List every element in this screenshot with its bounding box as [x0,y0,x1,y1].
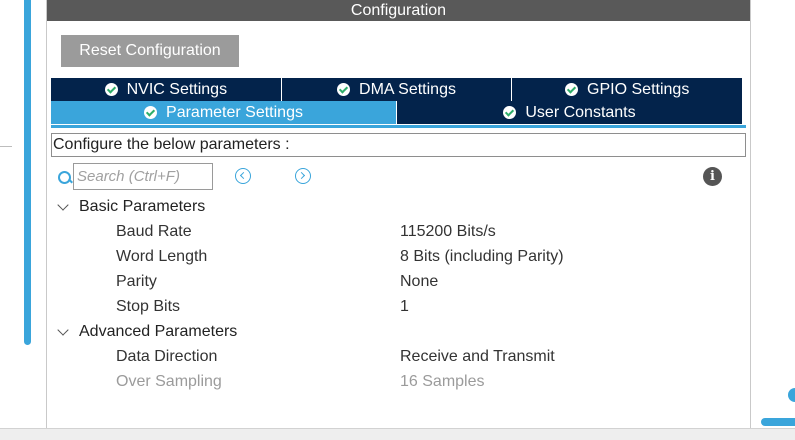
configure-parameters-label: Configure the below parameters : [51,133,746,157]
param-value[interactable]: Receive and Transmit [400,344,555,369]
info-icon[interactable]: i [703,167,722,186]
configuration-panel: Configuration Reset Configuration NVIC S… [47,0,750,440]
tab-nvic-settings[interactable]: NVIC Settings [51,78,282,101]
param-value[interactable]: 8 Bits (including Parity) [400,244,564,269]
param-value[interactable]: 1 [400,294,409,319]
group-advanced-parameters[interactable]: Advanced Parameters [47,319,750,344]
check-circle-icon [337,83,351,96]
group-label: Advanced Parameters [79,323,238,340]
bottom-status-strip [0,428,795,440]
tabs-row-1: NVIC Settings DMA Settings GPIO Settings [51,78,743,101]
param-row-stop-bits[interactable]: Stop Bits 1 [47,294,750,319]
param-value[interactable]: None [400,269,438,294]
param-name: Word Length [116,248,208,265]
check-circle-icon [565,83,579,96]
param-row-parity[interactable]: Parity None [47,269,750,294]
param-row-over-sampling: Over Sampling 16 Samples [47,369,750,394]
search-bar [57,163,213,190]
horizontal-scrollbar[interactable] [761,418,795,426]
left-scrollbar[interactable] [24,0,31,345]
tab-user-constants[interactable]: User Constants [397,101,742,124]
tabs-row-2: Parameter Settings User Constants [51,101,742,124]
check-circle-icon [104,83,118,96]
tab-gpio-settings[interactable]: GPIO Settings [512,78,743,101]
tab-label: GPIO Settings [587,80,690,98]
previous-result-icon[interactable] [235,168,251,184]
tab-label: NVIC Settings [126,80,228,98]
next-result-icon[interactable] [295,168,311,184]
param-name: Parity [116,273,157,290]
left-divider-tick [0,146,12,147]
param-name: Data Direction [116,348,218,365]
param-value[interactable]: 115200 Bits/s [400,219,496,244]
tab-dma-settings[interactable]: DMA Settings [281,78,513,101]
chevron-down-icon[interactable] [57,199,69,211]
active-tab-underline [51,125,746,128]
param-value: 16 Samples [400,373,485,390]
panel-title: Configuration [47,0,750,21]
tab-label: DMA Settings [359,80,456,98]
search-icon[interactable] [57,169,73,185]
param-row-data-direction[interactable]: Data Direction Receive and Transmit [47,344,750,369]
check-circle-icon [503,106,517,119]
param-name: Baud Rate [116,223,192,240]
param-row-baud-rate[interactable]: Baud Rate 115200 Bits/s [47,219,750,244]
search-input[interactable] [73,163,213,190]
right-scroll-indicator[interactable] [788,388,795,402]
tab-label: User Constants [525,103,636,121]
chevron-down-icon[interactable] [57,324,69,336]
parameter-tree: Basic Parameters Baud Rate 115200 Bits/s… [47,194,750,394]
group-label: Basic Parameters [79,198,206,215]
tab-label: Parameter Settings [166,103,303,121]
reset-configuration-button[interactable]: Reset Configuration [61,35,239,67]
check-circle-icon [144,106,158,119]
tab-parameter-settings[interactable]: Parameter Settings [51,101,397,124]
right-side-area [751,0,795,440]
group-basic-parameters[interactable]: Basic Parameters [47,194,750,219]
param-name: Over Sampling [116,373,222,390]
param-name: Stop Bits [116,298,181,315]
param-row-word-length[interactable]: Word Length 8 Bits (including Parity) [47,244,750,269]
